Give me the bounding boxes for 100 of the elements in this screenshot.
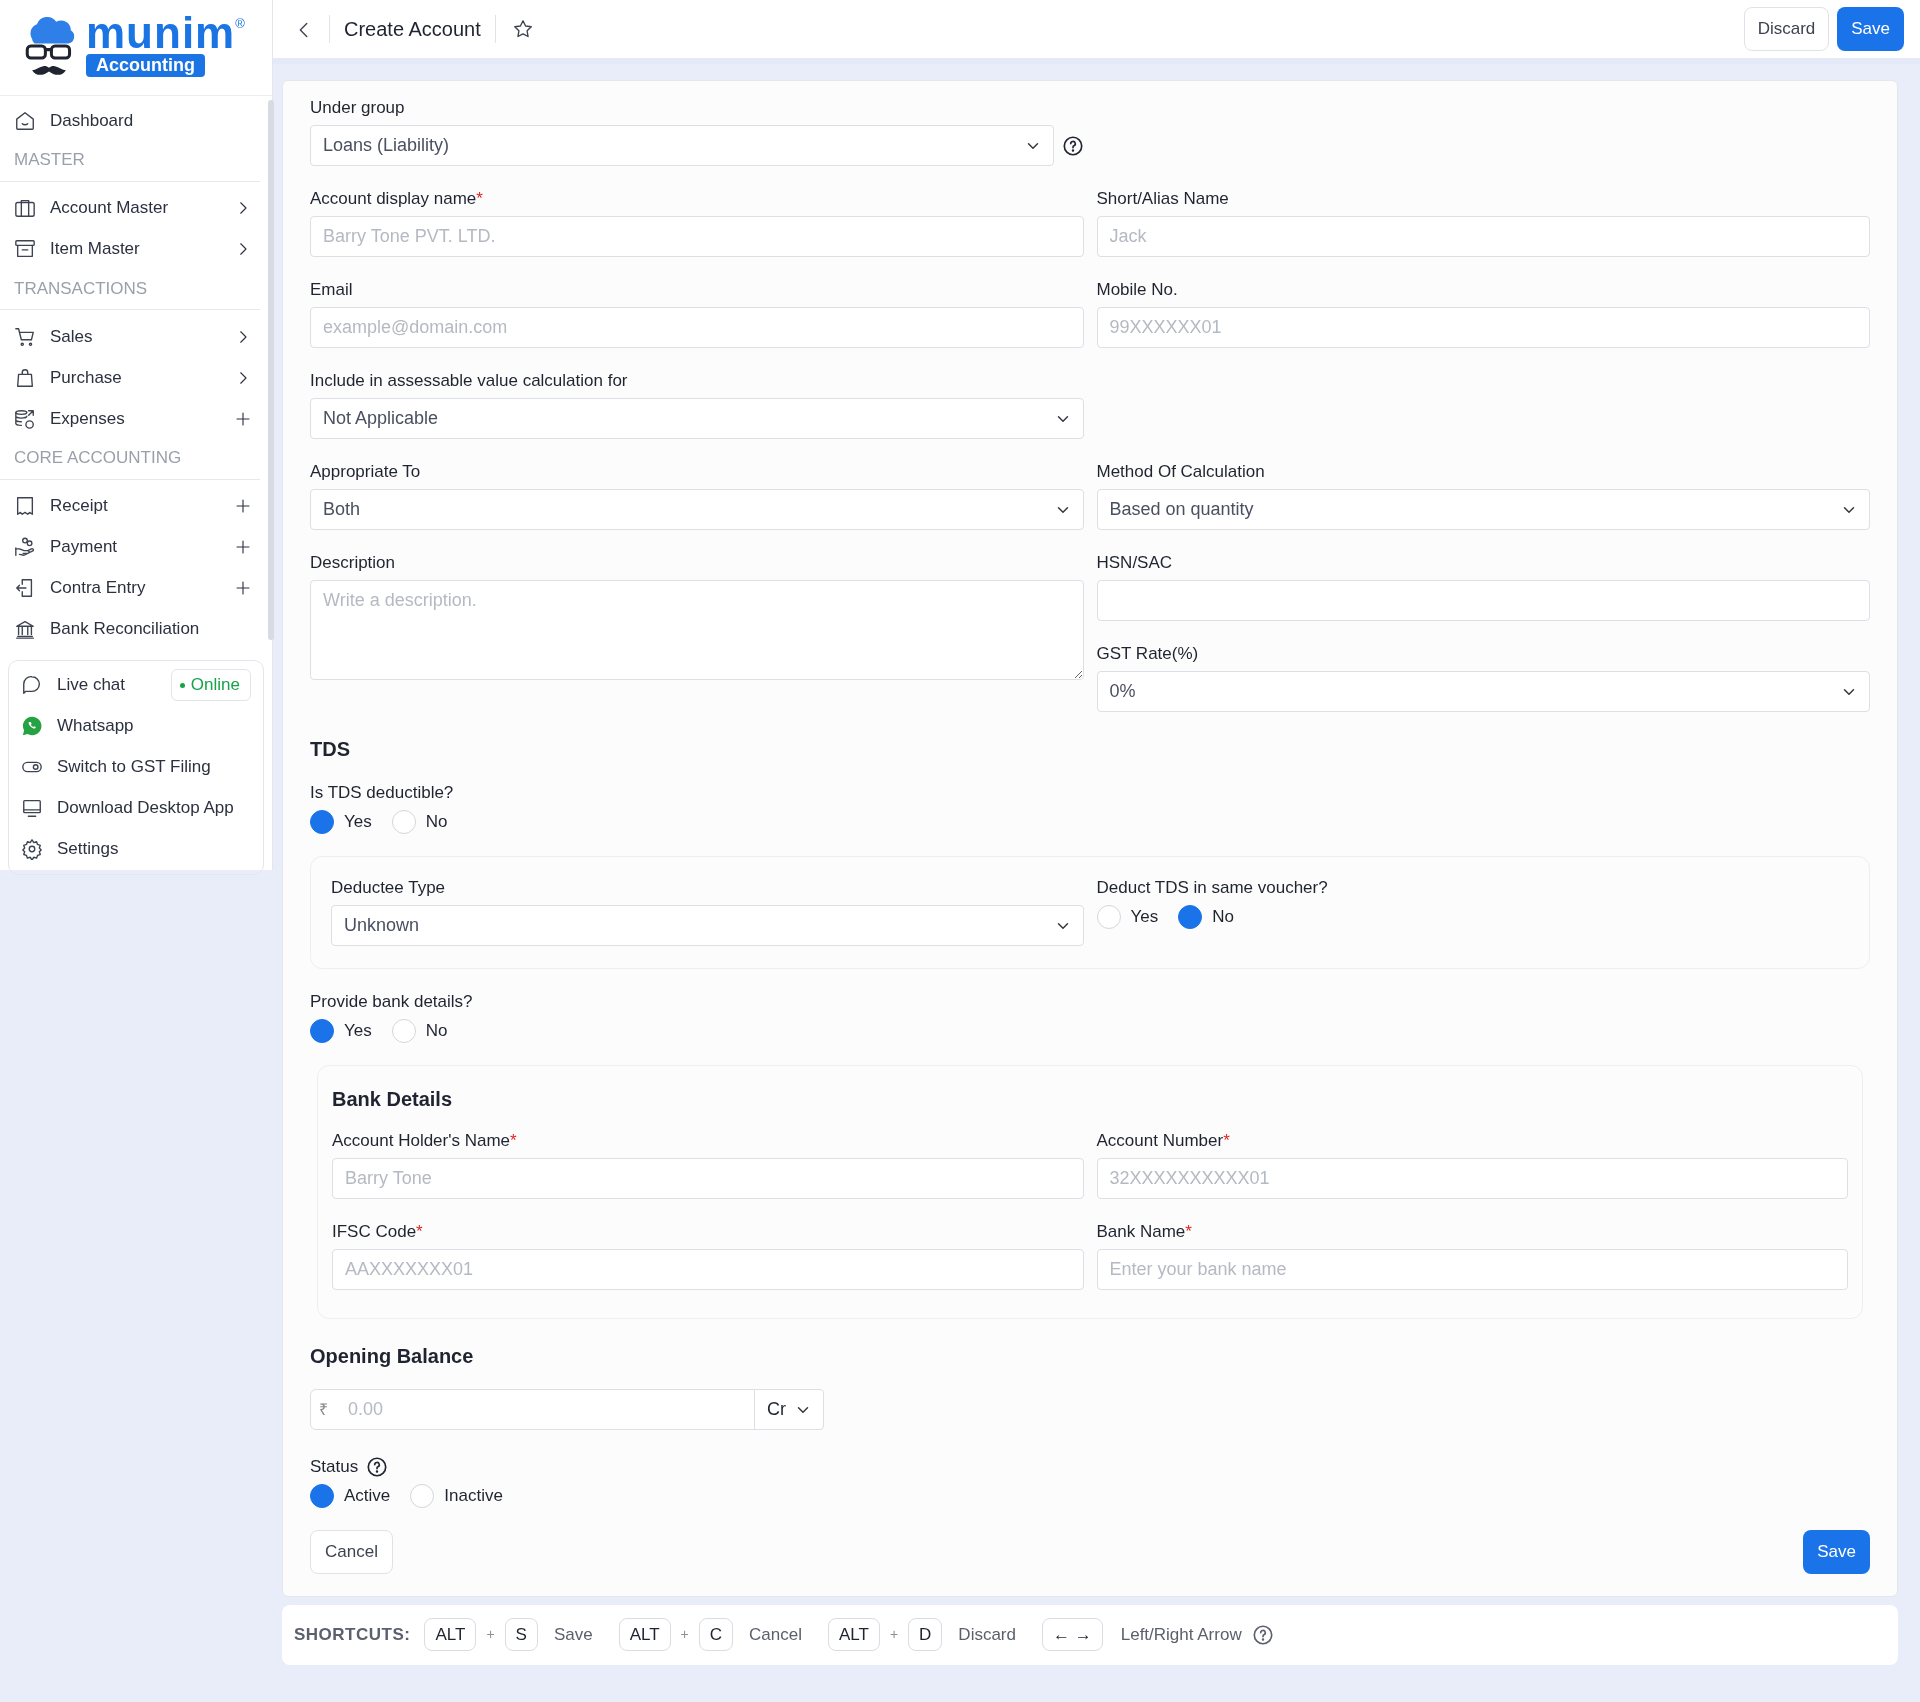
keyboard-key: ← →	[1042, 1617, 1103, 1652]
radio-label[interactable]: Yes	[344, 809, 372, 835]
help-icon[interactable]	[1061, 134, 1084, 157]
section-heading: MASTER	[0, 141, 260, 182]
discard-button[interactable]: Discard	[1743, 7, 1830, 51]
text-field[interactable]: Barry Tone	[332, 1158, 1084, 1199]
sidebar-item[interactable]: Expenses	[0, 398, 272, 439]
monitor-icon	[21, 797, 43, 819]
save-button[interactable]: Save	[1803, 1530, 1870, 1574]
radio-label[interactable]: Inactive	[444, 1483, 503, 1509]
dropdown[interactable]: Both	[310, 489, 1084, 530]
field-label: Deductee Type	[331, 877, 447, 899]
dropdown[interactable]: Based on quantity	[1096, 489, 1870, 530]
field-label: Mobile No.	[1096, 279, 1179, 301]
briefcase-icon	[14, 197, 36, 219]
text-field[interactable]: 32XXXXXXXXXX01	[1096, 1158, 1848, 1199]
currency-symbol: ₹	[310, 1389, 337, 1430]
help-icon[interactable]	[1251, 1623, 1274, 1646]
section-heading: TDS	[310, 737, 351, 762]
radio-label[interactable]: Active	[344, 1483, 391, 1509]
text-field[interactable]: AAXXXXXXX01	[332, 1249, 1084, 1290]
sidebar-item[interactable]: Purchase	[0, 357, 272, 398]
radio-button[interactable]	[1178, 905, 1203, 929]
save-button[interactable]: Save	[1837, 7, 1904, 51]
field-label: Account Holder's Name*	[332, 1130, 518, 1152]
field-label: Email	[310, 279, 354, 301]
keyboard-key: C	[698, 1617, 734, 1652]
text-field[interactable]	[1096, 580, 1870, 621]
shortcuts-label: SHORTCUTS:	[294, 1623, 411, 1646]
logo-tagline: Accounting	[86, 54, 205, 77]
chat-bubble-icon	[21, 674, 43, 696]
shortcut-action: Discard	[958, 1623, 1016, 1646]
sidebar-item[interactable]: Sales	[0, 316, 272, 357]
sidebar-item[interactable]: Payment	[0, 526, 272, 568]
sidebar-item[interactable]: Download Desktop App	[9, 787, 263, 829]
plus-sign: +	[680, 1625, 689, 1644]
radio-label[interactable]: Yes	[1130, 904, 1159, 930]
scrollbar[interactable]	[268, 100, 274, 640]
keyboard-key: ALT	[618, 1617, 671, 1652]
dropdown[interactable]: 0%	[1096, 671, 1870, 712]
panel-heading: Bank Details	[332, 1087, 454, 1112]
field-label: Account Number*	[1096, 1130, 1231, 1152]
field-label: Description	[310, 552, 397, 574]
home-icon	[14, 109, 36, 132]
keyboard-key: ALT	[827, 1617, 880, 1652]
text-field[interactable]: 99XXXXXX01	[1096, 307, 1870, 348]
logo-wordmark: munim	[86, 14, 236, 52]
sidebar-item[interactable]: Item Master	[0, 228, 272, 270]
dropdown[interactable]: Cr	[754, 1389, 824, 1430]
field-label: GST Rate(%)	[1096, 643, 1200, 665]
field-label: Appropriate To	[310, 461, 422, 483]
field-label: Deduct TDS in same voucher?	[1096, 877, 1328, 899]
radio-button[interactable]	[310, 810, 334, 834]
bank-icon	[14, 618, 36, 640]
shortcut-action: Save	[553, 1623, 593, 1646]
settings-icon	[21, 838, 43, 860]
sidebar-item[interactable]: Whatsapp	[9, 705, 263, 747]
dropdown[interactable]: Not Applicable	[310, 398, 1084, 439]
field-label: Include in assessable value calculation for	[310, 370, 629, 392]
receipt-icon	[14, 495, 36, 517]
radio-button[interactable]	[310, 1019, 334, 1043]
amount-field[interactable]: 0.00	[336, 1389, 755, 1430]
sidebar-item[interactable]: Bank Reconciliation	[0, 608, 272, 650]
coin-stack-icon	[14, 407, 36, 430]
star-icon[interactable]	[511, 18, 534, 40]
page-title: Create Account	[329, 15, 496, 43]
sidebar-item[interactable]: Receipt	[0, 485, 272, 527]
plus-sign: +	[486, 1625, 495, 1644]
sidebar-item[interactable]: Live chat Online	[9, 664, 263, 706]
keyboard-key: ALT	[424, 1617, 477, 1652]
sidebar-item[interactable]: Switch to GST Filing	[9, 746, 263, 788]
sidebar-item[interactable]: Account Master	[0, 187, 272, 229]
radio-label[interactable]: Yes	[344, 1018, 372, 1044]
dropdown[interactable]: Loans (Liability)	[310, 125, 1054, 166]
text-field[interactable]: Enter your bank name	[1096, 1249, 1848, 1290]
radio-label[interactable]: No	[425, 809, 448, 835]
textarea-field[interactable]: Write a description.	[310, 580, 1084, 680]
field-label: Status	[310, 1456, 359, 1478]
field-label: Account display name*	[310, 188, 484, 210]
registered-mark: ®	[235, 15, 245, 31]
shortcut-action: Cancel	[749, 1623, 802, 1646]
keyboard-key: S	[504, 1617, 538, 1652]
text-field[interactable]: example@domain.com	[310, 307, 1084, 348]
radio-label[interactable]: No	[1212, 904, 1234, 930]
cart-icon	[14, 325, 36, 348]
help-icon[interactable]	[366, 1456, 389, 1478]
text-field[interactable]: Barry Tone PVT. LTD.	[310, 216, 1084, 257]
hand-coins-icon	[14, 536, 36, 558]
text-field[interactable]: Jack	[1096, 216, 1870, 257]
dropdown[interactable]: Unknown	[331, 905, 1084, 946]
plus-sign: +	[889, 1625, 899, 1644]
section-heading: CORE ACCOUNTING	[0, 439, 260, 480]
whatsapp-icon	[21, 715, 43, 737]
field-label: Bank Name*	[1096, 1221, 1193, 1243]
sidebar-item[interactable]: Contra Entry	[0, 567, 272, 609]
radio-button[interactable]	[310, 1484, 334, 1508]
sidebar-item[interactable]: Dashboard	[0, 100, 272, 141]
radio-label[interactable]: No	[425, 1018, 448, 1044]
sidebar-item[interactable]: Settings	[9, 828, 263, 870]
cancel-button[interactable]: Cancel	[310, 1530, 393, 1574]
